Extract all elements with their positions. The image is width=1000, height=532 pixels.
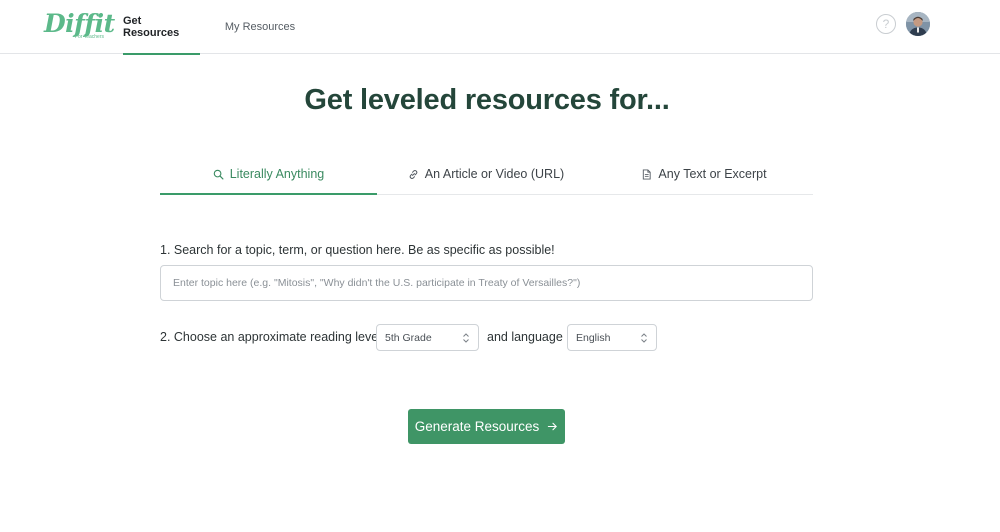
topic-search-input[interactable] bbox=[160, 265, 813, 301]
nav-get-resources[interactable]: Get Resources bbox=[123, 0, 200, 55]
avatar-image bbox=[906, 12, 930, 36]
source-tabs: Literally Anything An Article or Video (… bbox=[160, 154, 813, 195]
tab-article-or-video[interactable]: An Article or Video (URL) bbox=[377, 154, 595, 194]
reading-level-label: 2. Choose an approximate reading level bbox=[160, 330, 381, 344]
diffit-logo[interactable]: Diffit For Teachers bbox=[44, 10, 115, 42]
language-label: and language bbox=[487, 330, 563, 344]
document-icon bbox=[643, 168, 652, 180]
search-icon bbox=[213, 169, 224, 179]
search-instruction: 1. Search for a topic, term, or question… bbox=[160, 243, 555, 257]
language-select[interactable]: English bbox=[567, 324, 657, 351]
chevron-up-down-icon bbox=[463, 333, 469, 343]
tab-label: Literally Anything bbox=[229, 167, 325, 181]
tab-literally-anything[interactable]: Literally Anything bbox=[160, 154, 377, 195]
avatar[interactable] bbox=[906, 12, 930, 36]
language-value: English bbox=[576, 331, 611, 344]
arrow-right-icon bbox=[548, 422, 557, 431]
link-icon bbox=[409, 169, 418, 179]
help-icon[interactable]: ? bbox=[876, 14, 896, 34]
tab-label: An Article or Video (URL) bbox=[424, 167, 565, 181]
nav-my-resources[interactable]: My Resources bbox=[222, 0, 298, 54]
reading-level-value: 5th Grade bbox=[385, 331, 432, 344]
reading-level-select[interactable]: 5th Grade bbox=[376, 324, 479, 351]
page-title: Get leveled resources for... bbox=[304, 84, 670, 116]
help-symbol: ? bbox=[882, 17, 890, 31]
generate-button-label: Generate Resources bbox=[414, 419, 540, 434]
tab-any-text[interactable]: Any Text or Excerpt bbox=[595, 154, 813, 194]
logo-subtext: For Teachers bbox=[74, 34, 104, 40]
tab-label: Any Text or Excerpt bbox=[658, 167, 767, 181]
generate-resources-button[interactable]: Generate Resources bbox=[408, 409, 565, 444]
top-header: Diffit For Teachers Get Resources My Res… bbox=[0, 0, 1000, 55]
chevron-up-down-icon bbox=[641, 333, 647, 343]
